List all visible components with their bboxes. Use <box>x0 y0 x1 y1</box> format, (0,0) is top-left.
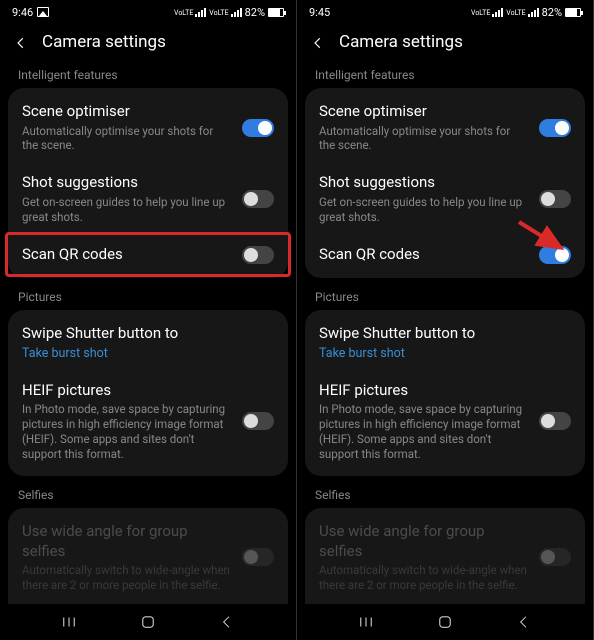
signal-1: VoLTE <box>174 8 206 17</box>
nav-recent-icon[interactable] <box>59 612 79 632</box>
phone-left: 9:46 VoLTE VoLTE 82% Camera settings Int… <box>0 0 297 640</box>
navbar <box>297 604 593 640</box>
row-scan-qr[interactable]: Scan QR codes <box>305 235 585 275</box>
toggle-shot-suggestions[interactable] <box>539 190 571 208</box>
row-wide-angle[interactable]: Use wide angle for group selfies Automat… <box>305 512 585 603</box>
card-selfies: Use wide angle for group selfies Automat… <box>305 508 585 604</box>
section-selfies: Selfies <box>305 486 585 508</box>
section-selfies: Selfies <box>8 486 288 508</box>
nav-back-icon[interactable] <box>217 612 237 632</box>
battery-percent: 82% <box>245 6 265 19</box>
row-heif[interactable]: HEIF pictures In Photo mode, save space … <box>8 371 288 472</box>
nav-recent-icon[interactable] <box>356 612 376 632</box>
row-swipe-shutter[interactable]: Swipe Shutter button to Take burst shot <box>305 314 585 371</box>
toggle-heif[interactable] <box>242 412 274 430</box>
page-title: Camera settings <box>42 32 166 52</box>
row-swipe-shutter[interactable]: Swipe Shutter button to Take burst shot <box>8 314 288 371</box>
status-bar: 9:45 VoLTE VoLTE 82% <box>297 0 593 22</box>
phone-right: 9:45 VoLTE VoLTE 82% Camera settings Int… <box>297 0 594 640</box>
settings-scroll[interactable]: Intelligent features Scene optimiser Aut… <box>297 66 593 604</box>
row-heif[interactable]: HEIF pictures In Photo mode, save space … <box>305 371 585 472</box>
card-intelligent: Scene optimiser Automatically optimise y… <box>8 88 288 278</box>
clock: 9:46 <box>12 6 33 19</box>
nav-home-icon[interactable] <box>138 612 158 632</box>
status-bar: 9:46 VoLTE VoLTE 82% <box>0 0 296 22</box>
card-pictures: Swipe Shutter button to Take burst shot … <box>305 310 585 476</box>
signal-2: VoLTE <box>506 8 538 17</box>
settings-scroll[interactable]: Intelligent features Scene optimiser Aut… <box>0 66 296 604</box>
card-intelligent: Scene optimiser Automatically optimise y… <box>305 88 585 278</box>
header: Camera settings <box>0 22 296 66</box>
row-scene-optimiser[interactable]: Scene optimiser Automatically optimise y… <box>305 92 585 163</box>
toggle-scene-optimiser[interactable] <box>242 119 274 137</box>
back-icon[interactable] <box>311 35 325 49</box>
toggle-shot-suggestions[interactable] <box>242 190 274 208</box>
toggle-scan-qr[interactable] <box>242 246 274 264</box>
back-icon[interactable] <box>14 35 28 49</box>
card-selfies: Use wide angle for group selfies Automat… <box>8 508 288 604</box>
card-pictures: Swipe Shutter button to Take burst shot … <box>8 310 288 476</box>
row-shot-suggestions[interactable]: Shot suggestions Get on-screen guides to… <box>305 163 585 234</box>
screenshot-icon <box>37 7 49 17</box>
row-wide-angle[interactable]: Use wide angle for group selfies Automat… <box>8 512 288 603</box>
row-scene-optimiser[interactable]: Scene optimiser Automatically optimise y… <box>8 92 288 163</box>
section-intelligent: Intelligent features <box>305 66 585 88</box>
section-pictures: Pictures <box>8 288 288 310</box>
header: Camera settings <box>297 22 593 66</box>
toggle-heif[interactable] <box>539 412 571 430</box>
toggle-scene-optimiser[interactable] <box>539 119 571 137</box>
section-pictures: Pictures <box>305 288 585 310</box>
signal-1: VoLTE <box>471 8 503 17</box>
clock: 9:45 <box>309 6 330 19</box>
toggle-wide-angle <box>539 548 571 566</box>
toggle-wide-angle <box>242 548 274 566</box>
battery-icon <box>565 8 581 17</box>
signal-2: VoLTE <box>209 8 241 17</box>
page-title: Camera settings <box>339 32 463 52</box>
section-intelligent: Intelligent features <box>8 66 288 88</box>
toggle-scan-qr[interactable] <box>539 246 571 264</box>
battery-percent: 82% <box>542 6 562 19</box>
navbar <box>0 604 296 640</box>
nav-back-icon[interactable] <box>514 612 534 632</box>
nav-home-icon[interactable] <box>435 612 455 632</box>
battery-icon <box>268 8 284 17</box>
row-shot-suggestions[interactable]: Shot suggestions Get on-screen guides to… <box>8 163 288 234</box>
row-scan-qr[interactable]: Scan QR codes <box>5 232 291 278</box>
